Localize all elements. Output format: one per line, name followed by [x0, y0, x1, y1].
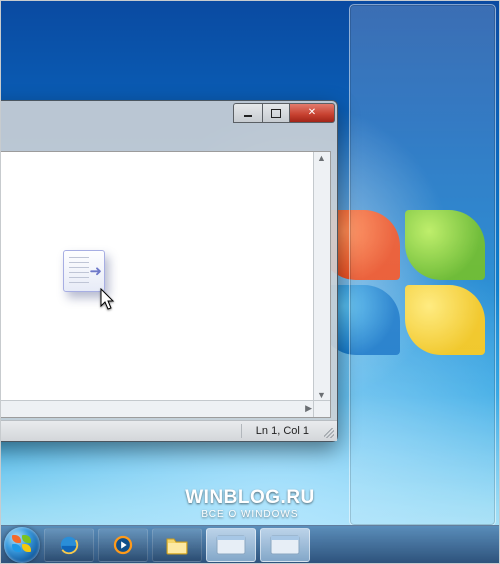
wmp-icon — [112, 534, 134, 556]
window-thumb-icon — [216, 535, 246, 555]
notepad-window[interactable]: ✕ lp Ln 1, Col 1 — [0, 100, 338, 442]
text-area[interactable] — [0, 151, 331, 418]
watermark-title: WINBLOG.RU — [185, 487, 315, 509]
status-bar: Ln 1, Col 1 — [0, 420, 337, 441]
drag-file-icon — [63, 250, 105, 292]
ie-icon — [58, 534, 80, 556]
status-caret-position: Ln 1, Col 1 — [256, 425, 309, 437]
menu-bar[interactable]: lp — [0, 129, 337, 147]
watermark-subtitle: ВСЕ О WINDOWS — [185, 509, 315, 520]
taskbar-pin-ie[interactable] — [44, 528, 94, 562]
taskbar[interactable] — [0, 525, 500, 564]
aero-snap-preview — [349, 4, 496, 526]
close-button[interactable]: ✕ — [290, 103, 335, 123]
taskbar-running-2[interactable] — [260, 528, 310, 562]
maximize-button[interactable] — [262, 103, 290, 123]
horizontal-scrollbar[interactable] — [0, 400, 314, 417]
taskbar-pin-explorer[interactable] — [152, 528, 202, 562]
taskbar-pin-wmp[interactable] — [98, 528, 148, 562]
taskbar-running-1[interactable] — [206, 528, 256, 562]
vertical-scrollbar[interactable] — [313, 152, 330, 401]
resize-grip[interactable] — [313, 400, 330, 417]
start-button[interactable] — [4, 527, 40, 563]
desktop: ✕ lp Ln 1, Col 1 WINBLOG.RU ВСЕ О WINDOW… — [0, 0, 500, 564]
folder-icon — [165, 535, 189, 555]
titlebar[interactable]: ✕ — [0, 101, 337, 129]
watermark: WINBLOG.RU ВСЕ О WINDOWS — [185, 487, 315, 520]
minimize-button[interactable] — [233, 103, 262, 123]
window-thumb-icon — [270, 535, 300, 555]
